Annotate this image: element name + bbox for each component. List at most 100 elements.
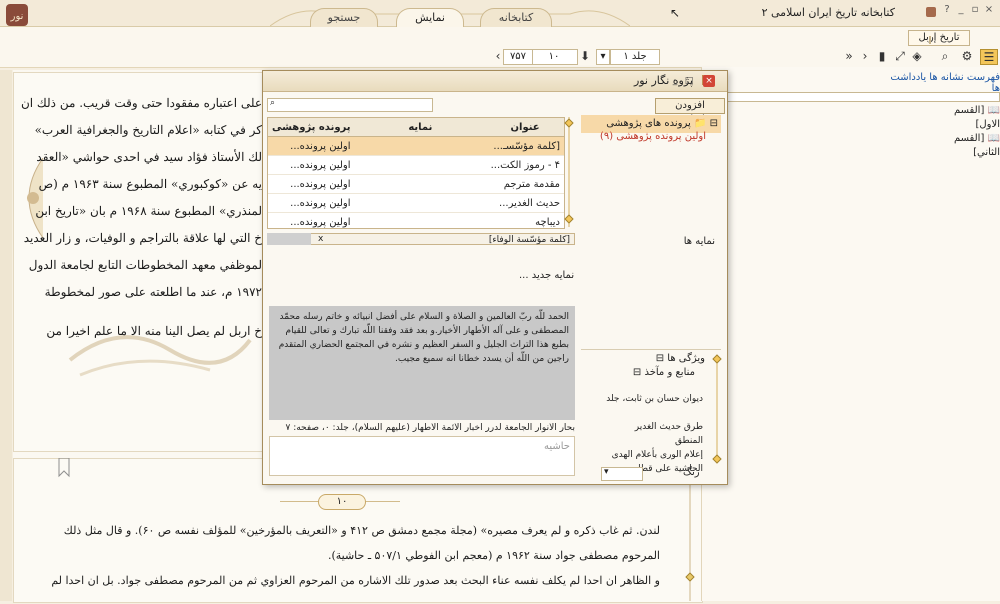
column-header-file[interactable]: پرونده پژوهشی bbox=[268, 118, 355, 137]
text-line: و الظاهر ان احدا لم يكلف نفسه عناء البحث… bbox=[51, 574, 660, 587]
search-icon[interactable]: ⌕ bbox=[938, 49, 952, 63]
book-icon: 📖 bbox=[987, 105, 1000, 116]
sources-toggle-icon[interactable]: ⊟ bbox=[633, 367, 641, 378]
bookmark-icon[interactable]: ▮ bbox=[875, 49, 889, 63]
settings-icon[interactable]: ⚙ bbox=[960, 49, 974, 63]
clear-tag-icon[interactable]: x bbox=[318, 234, 323, 244]
cell-file: اولین پرونده... bbox=[268, 136, 355, 156]
book-tab[interactable]: تاریخ إربل bbox=[908, 30, 970, 46]
cell-file: اولین پرونده... bbox=[268, 193, 355, 213]
cell-title: ۴ - رموز الكت... bbox=[486, 155, 564, 175]
tree-root[interactable]: ⊟ 📁 پرونده های پژوهشی bbox=[583, 117, 718, 130]
column-header-index[interactable]: نمايه bbox=[354, 118, 487, 137]
sources-list: ديوان حسان بن ثابت، جلد طرق حديث الغدير … bbox=[579, 392, 703, 476]
text-line: كر في كتابه «اعلام التاريخ والجغرافية ال… bbox=[34, 123, 262, 137]
app-title: کتابخانه تاریخ ایران اسلامی ۲ bbox=[761, 6, 895, 19]
features-node[interactable]: ویژگی ها ⊟ bbox=[593, 352, 705, 366]
cell-file: اولین پرونده... bbox=[268, 174, 355, 194]
dialog-maximize-button[interactable]: □ bbox=[683, 75, 695, 87]
cell-title: مقدمة مترجم bbox=[486, 174, 564, 194]
margin-textarea[interactable]: حاشیه bbox=[269, 436, 575, 476]
text-line: على اعتباره مفقودا حتى وقت قريب. من ذلك … bbox=[20, 96, 262, 110]
step-down-icon[interactable]: ⬇ bbox=[580, 49, 590, 63]
text-line: لندن. ثم غاب ذكره و لم يعرف مصيره» (مجلة… bbox=[63, 524, 660, 537]
toc-list: 📖 [القسم الاول] 📖 [القسم الثاني] bbox=[935, 104, 1000, 160]
table-row[interactable]: حديث الغدير... اولین پرونده... bbox=[268, 193, 564, 213]
volume-select[interactable]: جلد ۱ bbox=[610, 49, 660, 65]
source-item[interactable]: طرق حديث الغدير bbox=[579, 420, 703, 434]
dialog-minimize-button[interactable]: _ bbox=[669, 75, 681, 87]
help-button[interactable]: ? bbox=[941, 4, 953, 16]
add-note-button[interactable]: افزودن یادداشت bbox=[655, 98, 725, 125]
color-select[interactable]: ▾ bbox=[601, 467, 643, 481]
page-number-badge: ۱۰ bbox=[318, 494, 366, 510]
next-page-icon[interactable]: › bbox=[858, 49, 872, 63]
prev-icon[interactable]: ‹ bbox=[493, 49, 503, 63]
layers-icon[interactable]: ◈ bbox=[910, 49, 924, 63]
tab-view[interactable]: نمایش bbox=[396, 8, 464, 27]
dialog-search-input[interactable]: ⌕ bbox=[267, 98, 433, 112]
features-toggle-icon[interactable]: ⊟ bbox=[656, 353, 664, 364]
features-tree: ویژگی ها ⊟ منابع و مآخذ ⊟ bbox=[593, 352, 705, 380]
tree-child[interactable]: اولین پرونده پژوهشی (۹) bbox=[583, 130, 718, 143]
minimize-button[interactable]: _ bbox=[955, 4, 967, 16]
quoted-text: الحمد للّه ربّ العالمين و الصلاة و السلا… bbox=[269, 306, 575, 420]
tab-bookmarks[interactable]: نشانه ها bbox=[929, 72, 963, 83]
table-scrollbar[interactable] bbox=[563, 117, 575, 227]
table-row[interactable]: ۴ - رموز الكت... اولین پرونده... bbox=[268, 155, 564, 175]
svg-text:نور: نور bbox=[10, 11, 24, 22]
forward-icon[interactable]: » bbox=[842, 49, 856, 63]
toc-item[interactable]: 📖 [القسم الثاني] bbox=[935, 132, 1000, 160]
features-scrollbar[interactable] bbox=[711, 353, 723, 465]
table-header: عنوان نمايه پرونده پژوهشی bbox=[268, 118, 564, 137]
sources-node[interactable]: منابع و مآخذ ⊟ bbox=[593, 366, 705, 380]
page-input[interactable]: ۱۰ bbox=[530, 49, 578, 65]
table-row[interactable]: مقدمة مترجم اولین پرونده... bbox=[268, 174, 564, 194]
mouse-cursor-icon: ↖ bbox=[670, 6, 681, 20]
dialog-close-button[interactable]: × bbox=[703, 75, 715, 87]
page-text-bottom: لندن. ثم غاب ذكره و لم يعرف مصيره» (مجلة… bbox=[30, 518, 660, 593]
table-row[interactable]: [كلمة مؤسّسـ... اولین پرونده... bbox=[268, 136, 564, 156]
source-item[interactable]: ديوان حسان بن ثابت، جلد bbox=[579, 392, 703, 406]
cell-index bbox=[354, 136, 487, 156]
cell-file: اولین پرونده... bbox=[268, 155, 355, 175]
bookmark-ribbon-icon[interactable] bbox=[58, 458, 70, 478]
book-icon: 📖 bbox=[987, 133, 1000, 144]
search-icon: ⌕ bbox=[270, 98, 276, 108]
source-citation: بحار الأنوار الجامعة لدرر أخبار الأئمة ا… bbox=[285, 423, 576, 433]
selected-tag-field[interactable]: [كلمة مؤسّسة الوفاء] bbox=[267, 233, 575, 245]
source-item[interactable]: المنطق bbox=[579, 434, 703, 448]
table-row[interactable]: ديباچه اولین پرونده... bbox=[268, 212, 564, 228]
cell-title: [كلمة مؤسّسـ... bbox=[486, 136, 564, 156]
expand-toggle-icon[interactable]: ⊟ bbox=[710, 118, 718, 129]
expand-icon[interactable]: ⤢ bbox=[893, 49, 907, 63]
tab-divider bbox=[929, 36, 931, 44]
toc-search-input[interactable] bbox=[704, 92, 1000, 102]
new-index-link[interactable]: نمایه جدید ... bbox=[519, 270, 574, 281]
toc-item[interactable]: 📖 [القسم الاول] bbox=[935, 104, 1000, 132]
app-icon bbox=[925, 6, 937, 18]
cell-index bbox=[354, 212, 487, 228]
cell-index bbox=[354, 193, 487, 213]
tab-search[interactable]: جستجو bbox=[310, 8, 378, 27]
source-item[interactable]: إعلام الورى بأعلام الهدى bbox=[579, 448, 703, 462]
cell-title: ديباچه bbox=[486, 212, 564, 228]
folder-icon: 📁 bbox=[693, 118, 707, 129]
features-divider bbox=[581, 349, 721, 350]
notes-table: عنوان نمايه پرونده پژوهشی [كلمة مؤسّسـ..… bbox=[267, 117, 565, 229]
tab-contents[interactable]: فهرست bbox=[967, 72, 1000, 83]
close-button[interactable]: × bbox=[983, 4, 995, 16]
cell-index bbox=[354, 174, 487, 194]
column-header-title[interactable]: عنوان bbox=[486, 118, 564, 137]
maximize-button[interactable]: ▫ bbox=[969, 4, 981, 16]
chevron-down-icon: ▾ bbox=[604, 467, 609, 477]
text-line: ۱۹۷۲ م، عند ما اطلعته على صور لمخطوطة bbox=[44, 285, 262, 299]
volume-dropdown-icon[interactable]: ▾ bbox=[596, 49, 610, 65]
list-icon[interactable]: ☰ bbox=[980, 49, 998, 65]
total-pages: ۷۵۷ bbox=[503, 49, 533, 65]
tab-library[interactable]: کتابخانه bbox=[480, 8, 552, 27]
tag-color-swatch[interactable] bbox=[267, 233, 311, 245]
research-tree: ⊟ 📁 پرونده های پژوهشی اولین پرونده پژوهش… bbox=[583, 117, 718, 143]
text-line: لمنذري» المطبوع سنة ۱۹۶۸ م بان «تاريخ اب… bbox=[35, 204, 262, 218]
research-dialog: پژوه نگار نور _ □ × افزودن یادداشت ⌕ عنو… bbox=[262, 70, 728, 485]
